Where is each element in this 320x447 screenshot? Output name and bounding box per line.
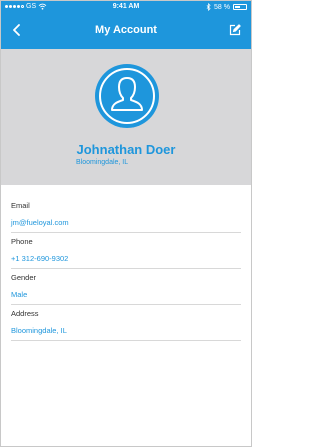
user-icon [99,68,155,124]
navigation-bar: My Account [1,13,251,49]
email-field[interactable]: Email jm@fueloyal.com [11,197,241,233]
account-screen: GS 9:41 AM 58 % My Account Johnathan Doe… [0,0,252,447]
status-bar: GS 9:41 AM 58 % [1,1,251,13]
gender-label: Gender [11,273,37,282]
profile-location: Bloomingdale, IL [76,159,129,166]
phone-label: Phone [11,237,33,246]
edit-button[interactable] [227,22,243,38]
gender-value[interactable]: Male [11,290,27,299]
email-value[interactable]: jm@fueloyal.com [11,218,69,227]
bluetooth-icon [206,3,211,11]
profile-name: Johnathan Doer [76,142,176,157]
battery-fill [235,6,240,8]
account-fields: Email jm@fueloyal.com Phone +1 312-690-9… [1,197,251,341]
profile-header: Johnathan Doer Bloomingdale, IL [1,49,251,185]
email-label: Email [11,201,30,210]
phone-field[interactable]: Phone +1 312-690-9302 [11,233,241,269]
address-value[interactable]: Bloomingdale, IL [11,326,67,335]
phone-value[interactable]: +1 312-690-9302 [11,254,68,263]
avatar[interactable] [95,64,159,128]
address-label: Address [11,309,39,318]
address-field[interactable]: Address Bloomingdale, IL [11,305,241,341]
battery-icon [233,4,247,10]
status-right: 58 % [206,3,247,11]
gender-field[interactable]: Gender Male [11,269,241,305]
edit-icon [229,24,241,36]
battery-percent: 58 % [214,3,230,11]
page-title: My Account [95,24,157,36]
